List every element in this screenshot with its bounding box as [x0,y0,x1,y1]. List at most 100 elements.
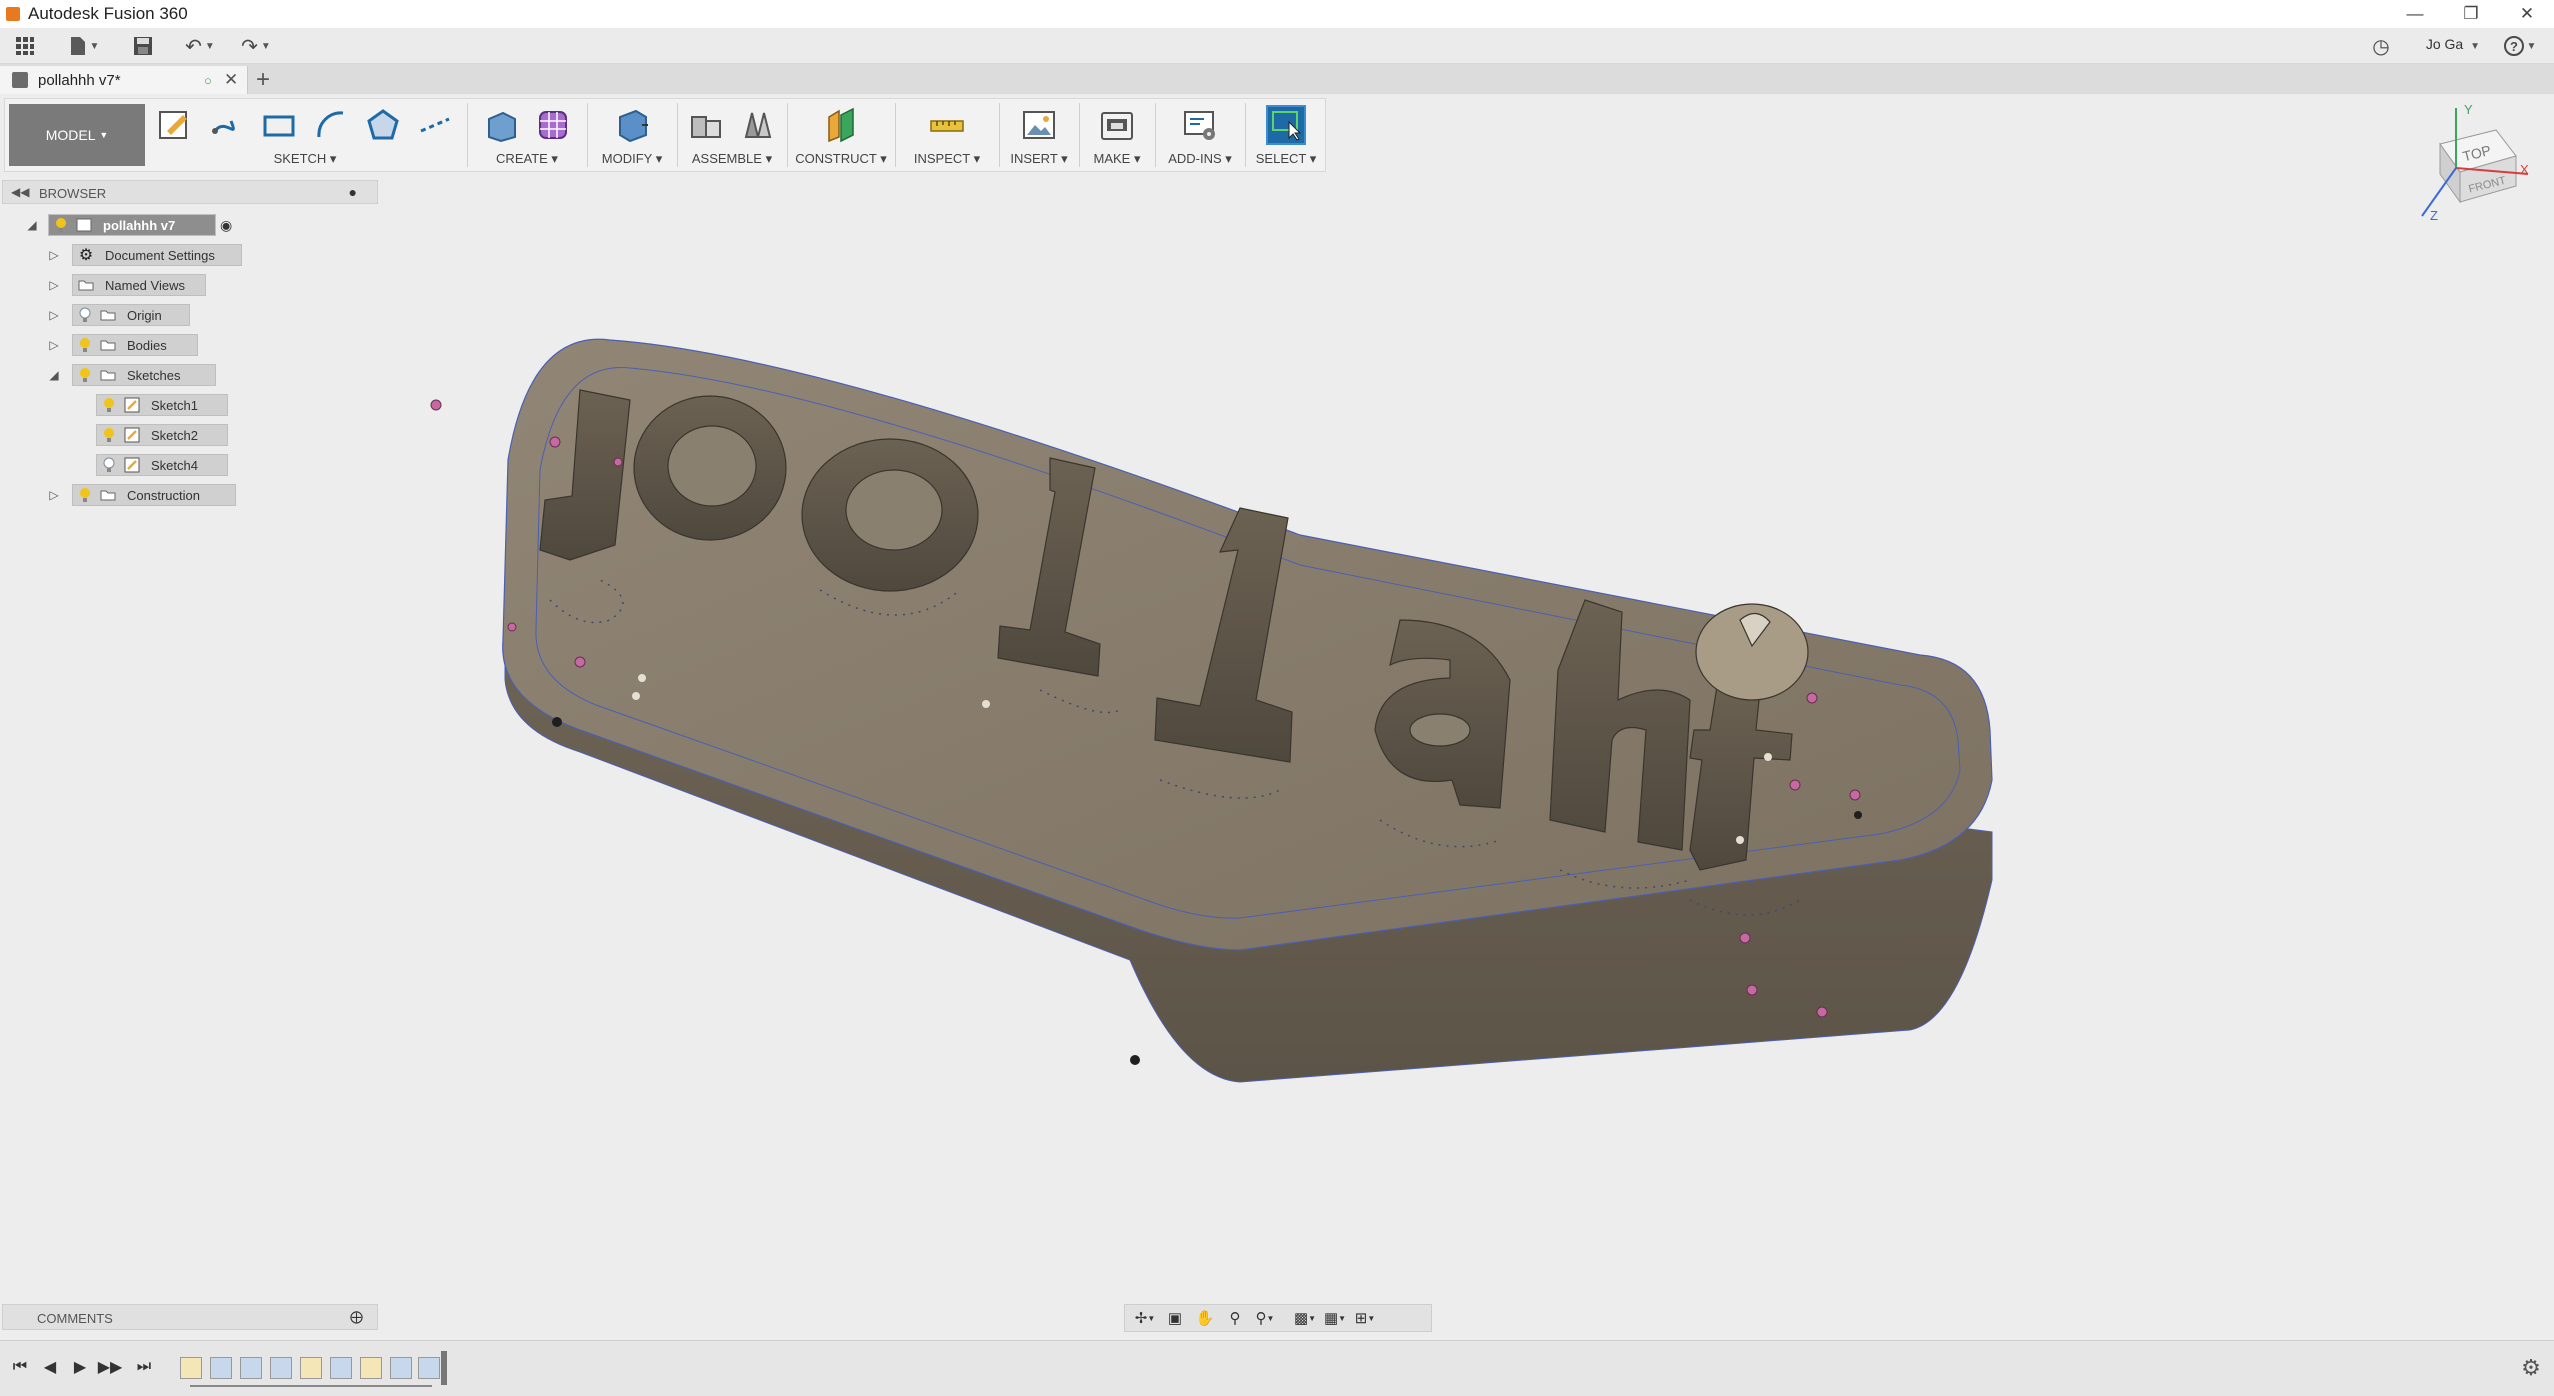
timeline-extrude-feature[interactable] [240,1357,262,1379]
user-account-menu[interactable]: Jo Ga ▼ [2426,36,2480,52]
visibility-bulb-icon[interactable] [77,367,93,383]
expand-icon[interactable]: ▷ [48,304,60,326]
expand-icon[interactable]: ▷ [48,244,60,266]
look-at-icon[interactable]: ▣ [1163,1307,1187,1329]
sketch-construction-line-icon[interactable] [415,105,455,145]
minimize-button[interactable]: — [2392,0,2438,28]
insert-group[interactable]: INSERT ▾ [1001,99,1077,171]
new-tab-plus-icon[interactable]: + [256,66,270,94]
fit-zoom-icon[interactable]: ⚲ ▼ [1253,1307,1277,1329]
modify-group[interactable]: MODIFY ▾ [589,99,675,171]
joint-icon[interactable] [738,105,778,145]
viewports-icon[interactable]: ⊞ ▼ [1353,1307,1377,1329]
sketch-rectangle-icon[interactable] [259,105,299,145]
create-group[interactable]: CREATE ▾ [469,99,585,171]
sketches-pill[interactable]: Sketches [72,364,216,386]
timeline-sketch-feature[interactable] [360,1357,382,1379]
named-views-pill[interactable]: Named Views [72,274,206,296]
make-group[interactable]: MAKE ▾ [1081,99,1153,171]
model-render[interactable] [400,260,2080,1140]
letter-p-counter [667,425,757,507]
sketch-line-icon[interactable] [207,105,247,145]
select-group[interactable]: SELECT ▾ [1247,99,1325,171]
expand-icon[interactable]: ▷ [48,274,60,296]
pan-hand-icon[interactable]: ✋ [1193,1307,1217,1329]
sketch1-pill[interactable]: Sketch1 [96,394,228,416]
timeline-settings-gear-icon[interactable]: ⚙ [2518,1355,2544,1381]
3d-print-icon[interactable] [1097,105,1137,145]
collapse-browser-icon[interactable]: ◀◀ [11,185,29,199]
visibility-bulb-icon[interactable] [77,337,93,353]
close-tab-icon[interactable]: ✕ [224,70,238,90]
timeline-extrude-feature[interactable] [390,1357,412,1379]
close-window-button[interactable]: ✕ [2504,0,2550,28]
undo-icon[interactable]: ↶ ▼ [180,34,220,58]
visibility-bulb-icon[interactable] [77,307,93,323]
sketch2-pill[interactable]: Sketch2 [96,424,228,446]
expand-icon[interactable]: ▷ [48,334,60,356]
timeline-extrude-feature[interactable] [418,1357,440,1379]
data-panel-grid-icon[interactable] [12,34,38,58]
step-forward-icon[interactable]: ▶▶ [98,1355,123,1379]
visibility-bulb-icon[interactable] [101,457,117,473]
sketch-arc-icon[interactable] [311,105,351,145]
document-tab[interactable]: pollahhh v7* ○ ✕ [0,66,248,94]
origin-pill[interactable]: Origin [72,304,190,326]
offset-plane-icon[interactable] [821,105,861,145]
job-status-clock-icon[interactable]: ◷ [2368,34,2394,58]
press-pull-icon[interactable] [612,105,652,145]
bodies-pill[interactable]: Bodies [72,334,198,356]
construction-pill[interactable]: Construction [72,484,236,506]
sketch-group[interactable]: SKETCH ▾ [145,99,465,171]
grid-settings-icon[interactable]: ▦ ▼ [1323,1307,1347,1329]
redo-icon[interactable]: ↷ ▼ [236,34,276,58]
select-tool-icon[interactable] [1266,105,1306,145]
expand-collapse-icon[interactable]: ◢ [26,214,38,236]
extrude-icon[interactable] [481,105,521,145]
document-settings-pill[interactable]: ⚙ Document Settings [72,244,242,266]
timeline-fillet-feature[interactable] [270,1357,292,1379]
assemble-group[interactable]: ASSEMBLE ▾ [679,99,785,171]
construct-group[interactable]: CONSTRUCT ▾ [789,99,893,171]
create-sketch-icon[interactable] [155,105,195,145]
root-node-pill[interactable]: pollahhh v7 [48,214,216,236]
step-back-icon[interactable]: ◀ [38,1355,62,1379]
activate-component-icon[interactable]: ◉ [220,217,232,234]
timeline-extrude-feature[interactable] [210,1357,232,1379]
visibility-bulb-icon[interactable] [53,217,69,233]
display-settings-icon[interactable]: ▩ ▼ [1293,1307,1317,1329]
timeline-sketch-feature[interactable] [180,1357,202,1379]
inspect-group[interactable]: INSPECT ▾ [897,99,997,171]
sketch-polygon-icon[interactable] [363,105,403,145]
visibility-bulb-icon[interactable] [101,427,117,443]
visibility-bulb-icon[interactable] [101,397,117,413]
measure-icon[interactable] [927,105,967,145]
timeline-extrude-feature[interactable] [330,1357,352,1379]
timeline-sketch-feature[interactable] [300,1357,322,1379]
go-to-start-icon[interactable]: ⏮ [8,1355,32,1379]
collapse-icon[interactable]: ◢ [48,364,60,386]
restore-button[interactable]: ❐ [2448,0,2494,28]
timeline-marker[interactable] [441,1351,447,1385]
comments-panel[interactable]: COMMENTS ⨁ [2,1304,378,1330]
help-icon[interactable]: ? ▼ [2500,34,2540,58]
sketch4-pill[interactable]: Sketch4 [96,454,228,476]
go-to-end-icon[interactable]: ⏭ [132,1355,156,1379]
play-icon[interactable]: ▶ [68,1355,92,1379]
create-form-icon[interactable] [533,105,573,145]
scripts-add-ins-icon[interactable] [1180,105,1220,145]
add-ins-group[interactable]: ADD-INS ▾ [1157,99,1243,171]
browser-pin-icon[interactable]: ● [349,184,357,200]
add-comment-icon[interactable]: ⨁ [350,1309,363,1325]
visibility-bulb-icon[interactable] [77,487,93,503]
view-cube[interactable]: TOP FRONT Y X Z [2412,102,2532,224]
3d-viewport[interactable] [400,260,2080,1140]
zoom-icon[interactable]: ⚲ [1223,1307,1247,1329]
new-component-icon[interactable] [686,105,726,145]
orbit-icon[interactable]: ✢ ▼ [1133,1307,1157,1329]
expand-icon[interactable]: ▷ [48,484,60,506]
save-icon[interactable] [130,34,156,58]
file-menu-icon[interactable]: ▼ [64,34,104,58]
insert-image-icon[interactable] [1019,105,1059,145]
workspace-switcher[interactable]: MODEL ▼ [9,104,145,166]
